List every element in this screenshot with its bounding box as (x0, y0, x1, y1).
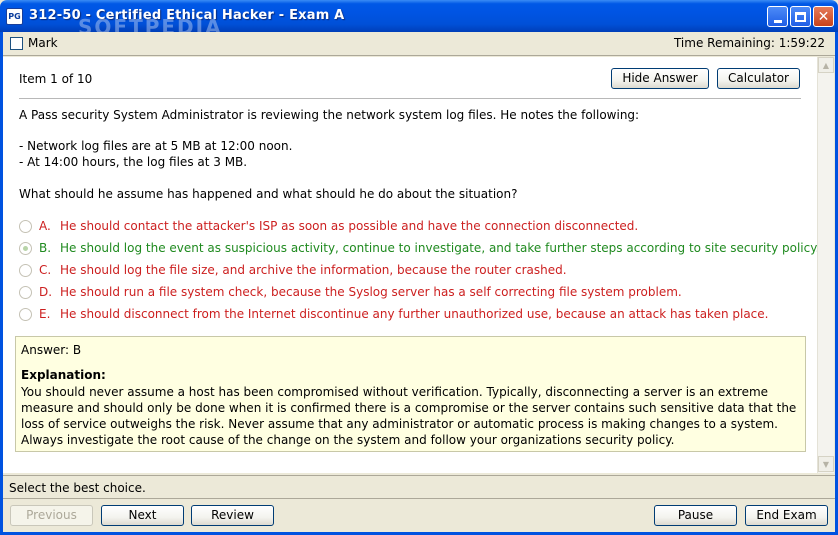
option-letter: E. (39, 307, 51, 321)
option-letter: D. (39, 285, 53, 299)
option-e-radio[interactable] (19, 308, 32, 321)
next-button[interactable]: Next (101, 505, 184, 526)
chevron-down-icon: ▼ (822, 459, 830, 469)
status-bar: Select the best choice. (3, 475, 835, 499)
close-icon: ✕ (817, 8, 830, 25)
option-text: He should run a file system check, becau… (60, 285, 682, 299)
scroll-up-button[interactable]: ▲ (818, 57, 834, 73)
minimize-button[interactable] (767, 6, 788, 27)
end-exam-button[interactable]: End Exam (745, 505, 828, 526)
maximize-button[interactable] (790, 6, 811, 27)
time-remaining: Time Remaining: 1:59:22 (673, 36, 825, 50)
mark-row: Mark Time Remaining: 1:59:22 (3, 32, 835, 56)
option-letter: C. (39, 263, 52, 277)
option-text: He should log the event as suspicious ac… (60, 241, 820, 255)
review-button[interactable]: Review (191, 505, 274, 526)
status-text: Select the best choice. (9, 481, 146, 495)
mark-checkbox[interactable] (10, 37, 23, 50)
scroll-down-button[interactable]: ▼ (818, 456, 834, 472)
question-intro: A Pass security System Administrator is … (19, 108, 640, 122)
option-d-radio[interactable] (19, 286, 32, 299)
question-prompt: What should he assume has happened and w… (19, 187, 518, 201)
question-line-1: - Network log files are at 5 MB at 12:00… (19, 139, 293, 153)
vertical-scrollbar[interactable]: ▲ ▼ (817, 57, 834, 473)
pause-button[interactable]: Pause (654, 505, 737, 526)
option-a-radio[interactable] (19, 220, 32, 233)
question-panel: Item 1 of 10 Hide Answer Calculator A Pa… (3, 57, 820, 473)
close-button[interactable]: ✕ (813, 6, 834, 27)
app-icon: PG (6, 8, 23, 25)
question-line-2: - At 14:00 hours, the log files at 3 MB. (19, 155, 248, 169)
option-letter: B. (39, 241, 52, 255)
option-letter: A. (39, 219, 51, 233)
explanation-text: You should never assume a host has been … (21, 385, 797, 447)
answer-panel: Answer: B Explanation: You should never … (15, 336, 806, 452)
answer-label: Answer: B (21, 343, 82, 357)
mark-label[interactable]: Mark (28, 36, 58, 50)
maximize-icon (795, 11, 806, 22)
explanation-title: Explanation: (21, 368, 106, 382)
window-title: 312-50 - Certified Ethical Hacker - Exam… (29, 8, 345, 23)
option-text: He should log the file size, and archive… (60, 263, 567, 277)
option-b-radio[interactable] (19, 242, 32, 255)
previous-button[interactable]: Previous (10, 505, 93, 526)
option-text: He should contact the attacker's ISP as … (60, 219, 639, 233)
hide-answer-button[interactable]: Hide Answer (611, 68, 709, 89)
separator (19, 98, 801, 99)
option-text: He should disconnect from the Internet d… (60, 307, 769, 321)
footer-toolbar: Previous Next Review Pause End Exam (3, 500, 835, 532)
option-c-radio[interactable] (19, 264, 32, 277)
title-bar[interactable]: PG 312-50 - Certified Ethical Hacker - E… (0, 0, 838, 39)
minimize-icon (773, 19, 782, 23)
item-counter: Item 1 of 10 (19, 72, 93, 86)
chevron-up-icon: ▲ (822, 60, 830, 70)
calculator-button[interactable]: Calculator (717, 68, 800, 89)
